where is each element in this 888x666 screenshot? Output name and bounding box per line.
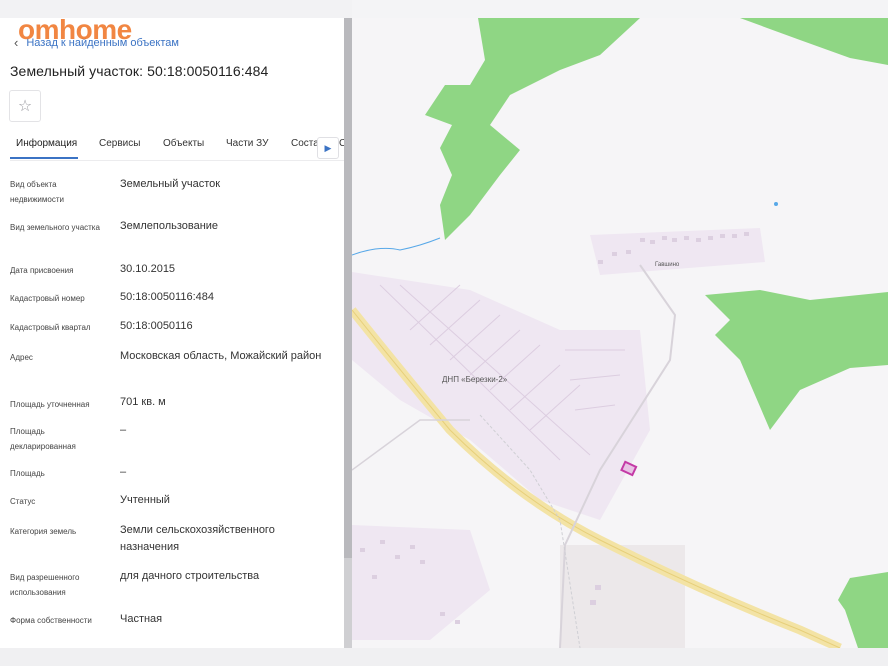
map-label-village: Гавшино bbox=[655, 262, 680, 268]
row-value-cadastral-quarter: 50:18:0050116 bbox=[120, 320, 193, 332]
row-value-land-category: Земли сельскохозяйственного назначения bbox=[120, 524, 275, 553]
row-value-object-type: Земельный участок bbox=[120, 178, 221, 190]
favorite-button[interactable]: ☆ bbox=[9, 90, 41, 122]
tab-services[interactable]: Сервисы bbox=[99, 138, 140, 149]
row-value-ownership: Частная bbox=[120, 613, 163, 625]
industrial-area bbox=[560, 545, 685, 648]
active-tab-indicator bbox=[10, 157, 78, 159]
row-value-assigned-date: 30.10.2015 bbox=[120, 263, 176, 275]
tab-composition[interactable]: Соста bbox=[291, 138, 319, 149]
tab-parts[interactable]: Части ЗУ bbox=[226, 138, 268, 149]
row-value-status: Учтенный bbox=[120, 494, 170, 506]
row-label-land-category: Категория земель bbox=[10, 527, 77, 536]
row-label-status: Статус bbox=[10, 497, 36, 506]
row-label-area: Площадь bbox=[10, 469, 45, 478]
row-label-address: Адрес bbox=[10, 353, 33, 362]
panel-scrollbar-thumb[interactable] bbox=[344, 18, 352, 558]
chevron-right-icon: ▶ bbox=[324, 142, 332, 153]
row-label-ownership: Форма собственности bbox=[10, 616, 92, 625]
row-value-cadastral-number: 50:18:0050116:484 bbox=[120, 291, 214, 303]
row-label-cadastral-quarter: Кадастровый квартал bbox=[10, 323, 91, 332]
tabs-scroll-right-button[interactable]: ▶ bbox=[317, 137, 339, 159]
pond bbox=[774, 202, 778, 206]
page-title: Земельный участок: 50:18:0050116:484 bbox=[10, 63, 269, 79]
row-label-area-specified: Площадь уточненная bbox=[10, 400, 90, 409]
top-strip bbox=[352, 0, 888, 18]
row-value-permitted-use: для дачного строительства bbox=[120, 570, 260, 582]
row-value-area: – bbox=[120, 466, 127, 478]
row-value-parcel-type: Землепользование bbox=[120, 220, 219, 232]
bottom-strip bbox=[0, 648, 888, 666]
tab-information[interactable]: Информация bbox=[16, 138, 77, 149]
star-icon: ☆ bbox=[17, 98, 33, 115]
screen: ‹ Назад к найденным объектам Земельный у… bbox=[0, 0, 888, 666]
row-value-area-declared: – bbox=[120, 424, 127, 436]
omhome-logo: omhome bbox=[18, 14, 132, 45]
map-label-snt: ДНП «Березки-2» bbox=[442, 375, 508, 384]
row-label-object-type: Вид объекта недвижимости bbox=[10, 180, 64, 204]
cadastral-map[interactable]: ДНП «Березки-2» Гавшино bbox=[352, 18, 888, 648]
row-label-area-declared: Площадь декларированная bbox=[10, 427, 76, 451]
tab-objects[interactable]: Объекты bbox=[163, 138, 204, 149]
row-value-address: Московская область, Можайский район bbox=[120, 350, 322, 362]
row-value-area-specified: 701 кв. м bbox=[120, 396, 166, 408]
row-label-parcel-type: Вид земельного участка bbox=[10, 223, 100, 232]
row-label-permitted-use: Вид разрешенного использования bbox=[10, 573, 80, 597]
row-label-cadastral-number: Кадастровый номер bbox=[10, 294, 85, 303]
row-label-assigned-date: Дата присвоения bbox=[10, 266, 74, 275]
